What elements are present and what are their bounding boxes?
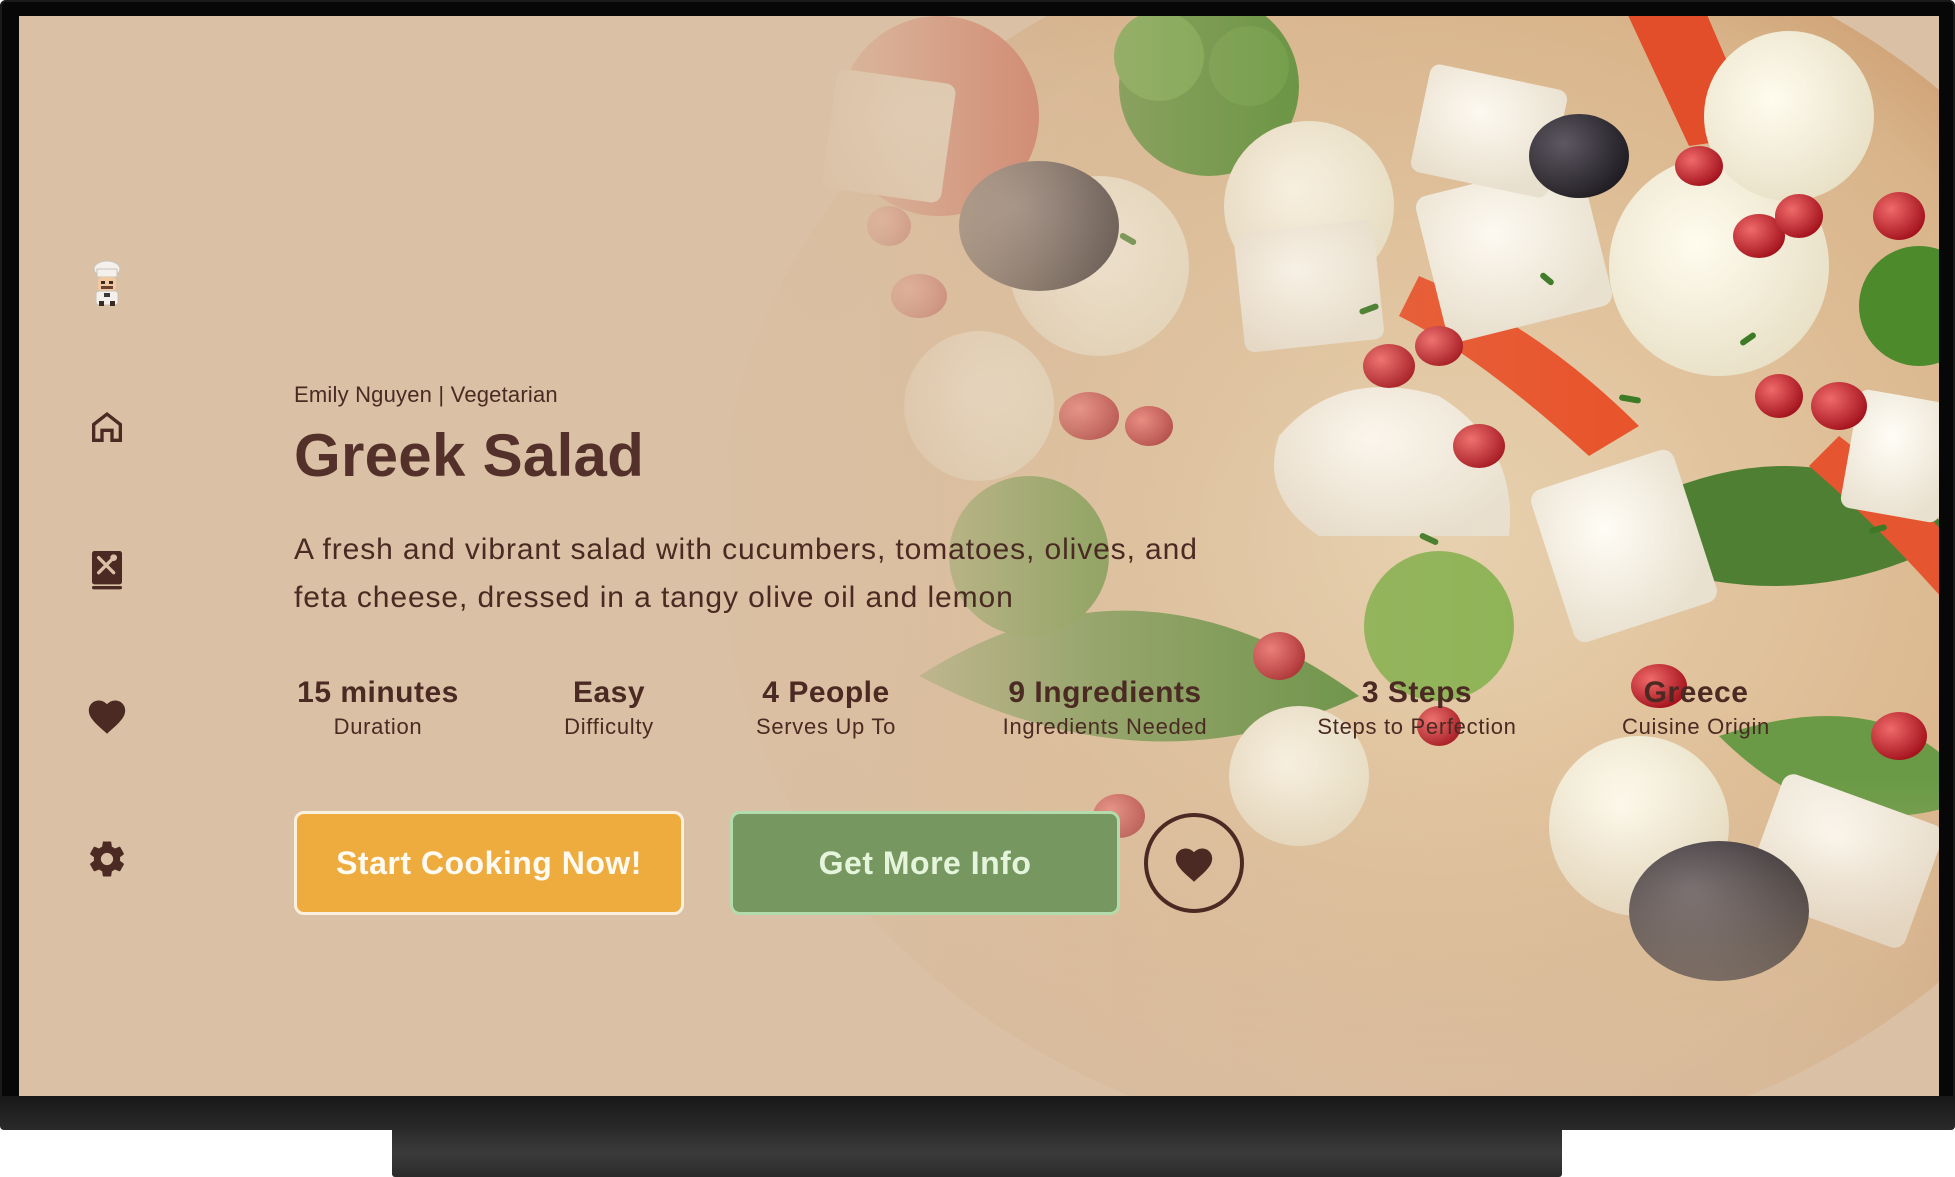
stat-duration: 15 minutes Duration [297, 673, 459, 741]
stat-steps: 3 Steps Steps to Perfection [1317, 673, 1516, 741]
recipe-book-icon [92, 551, 122, 590]
favorite-button[interactable] [1144, 813, 1244, 913]
recipe-screen: Emily Nguyen | Vegetarian Greek Salad A … [19, 16, 1939, 1096]
sidebar-item-favorites[interactable] [67, 675, 147, 755]
home-icon [92, 412, 122, 442]
tv-frame: Emily Nguyen | Vegetarian Greek Salad A … [0, 0, 1955, 1177]
sidebar-item-settings[interactable] [67, 819, 147, 899]
tv-bezel-bottom [0, 1096, 1955, 1130]
recipe-detail: Emily Nguyen | Vegetarian Greek Salad A … [294, 16, 1769, 1096]
stat-label: Serves Up To [755, 714, 897, 739]
stat-label: Steps to Perfection [1317, 714, 1517, 739]
more-info-button[interactable]: Get More Info [730, 811, 1120, 915]
chef-icon [93, 260, 121, 306]
stat-value: 4 People [762, 676, 890, 709]
stat-label: Ingredients Needed [1002, 714, 1208, 739]
recipe-stats: 15 minutes Duration Easy Difficulty 4 Pe… [294, 673, 1794, 753]
gear-icon [90, 841, 124, 877]
stat-label: Difficulty [564, 714, 654, 739]
sidebar-nav [67, 216, 147, 877]
stat-value: Greece [1643, 676, 1749, 709]
sidebar-item-profile[interactable] [67, 243, 147, 323]
heart-icon [1175, 848, 1213, 882]
start-cooking-button[interactable]: Start Cooking Now! [294, 811, 684, 915]
stat-value: Easy [572, 676, 646, 709]
sidebar-item-recipes[interactable] [67, 531, 147, 611]
tv-stand [392, 1130, 1562, 1177]
stat-label: Cuisine Origin [1622, 714, 1770, 739]
heart-icon [88, 700, 126, 734]
stat-value: 9 Ingredients [1008, 676, 1202, 709]
stat-value: 15 minutes [297, 676, 459, 709]
stat-servings: 4 People Serves Up To [756, 673, 896, 741]
stat-cuisine: Greece Cuisine Origin [1622, 673, 1770, 741]
sidebar-item-home[interactable] [67, 387, 147, 467]
stat-difficulty: Easy Difficulty [564, 673, 654, 741]
recipe-title: Greek Salad [294, 422, 645, 489]
stat-label: Duration [333, 714, 423, 739]
stat-value: 3 Steps [1361, 676, 1473, 709]
stat-ingredients: 9 Ingredients Ingredients Needed [1003, 673, 1208, 741]
recipe-author-category: Emily Nguyen | Vegetarian [294, 382, 558, 407]
recipe-description: A fresh and vibrant salad with cucumbers… [294, 533, 1198, 614]
